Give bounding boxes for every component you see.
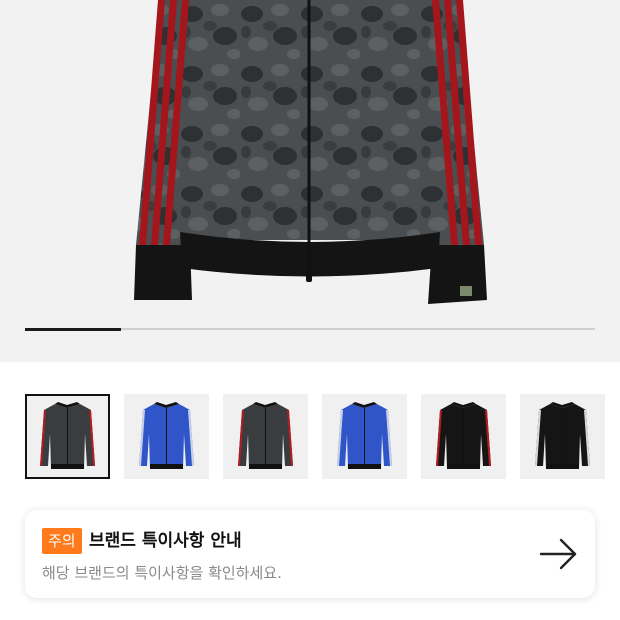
thumb-gray-camo-jacket[interactable] — [25, 394, 110, 479]
carousel-progress-track — [25, 327, 595, 331]
product-image-area[interactable] — [0, 0, 620, 362]
notice-description: 해당 브랜드의 특이사항을 확인하세요. — [42, 564, 282, 582]
arrow-right-icon[interactable] — [539, 537, 579, 571]
thumb-blue-camo-jacket-alt[interactable] — [322, 394, 407, 479]
jacket-thumbnail-image — [436, 402, 491, 469]
warning-badge: 주의 — [42, 528, 82, 554]
carousel-progress-fill — [25, 327, 121, 331]
notice-title: 브랜드 특이사항 안내 — [89, 531, 242, 551]
jacket-thumbnail-image — [535, 402, 590, 469]
thumb-blue-camo-jacket[interactable] — [124, 394, 209, 479]
thumb-gray-camo-jacket-alt[interactable] — [223, 394, 308, 479]
brand-notice-card[interactable]: 주의 브랜드 특이사항 안내 해당 브랜드의 특이사항을 확인하세요. — [25, 510, 595, 598]
jacket-product-image — [134, 0, 487, 304]
jacket-thumbnail-image — [238, 402, 293, 469]
jacket-thumbnail-image — [139, 402, 194, 469]
thumb-black-red-jacket[interactable] — [421, 394, 506, 479]
thumbnail-strip — [25, 394, 605, 479]
jacket-thumbnail-image — [337, 402, 392, 469]
thumb-black-white-jacket[interactable] — [520, 394, 605, 479]
jacket-thumbnail-image — [40, 402, 95, 469]
